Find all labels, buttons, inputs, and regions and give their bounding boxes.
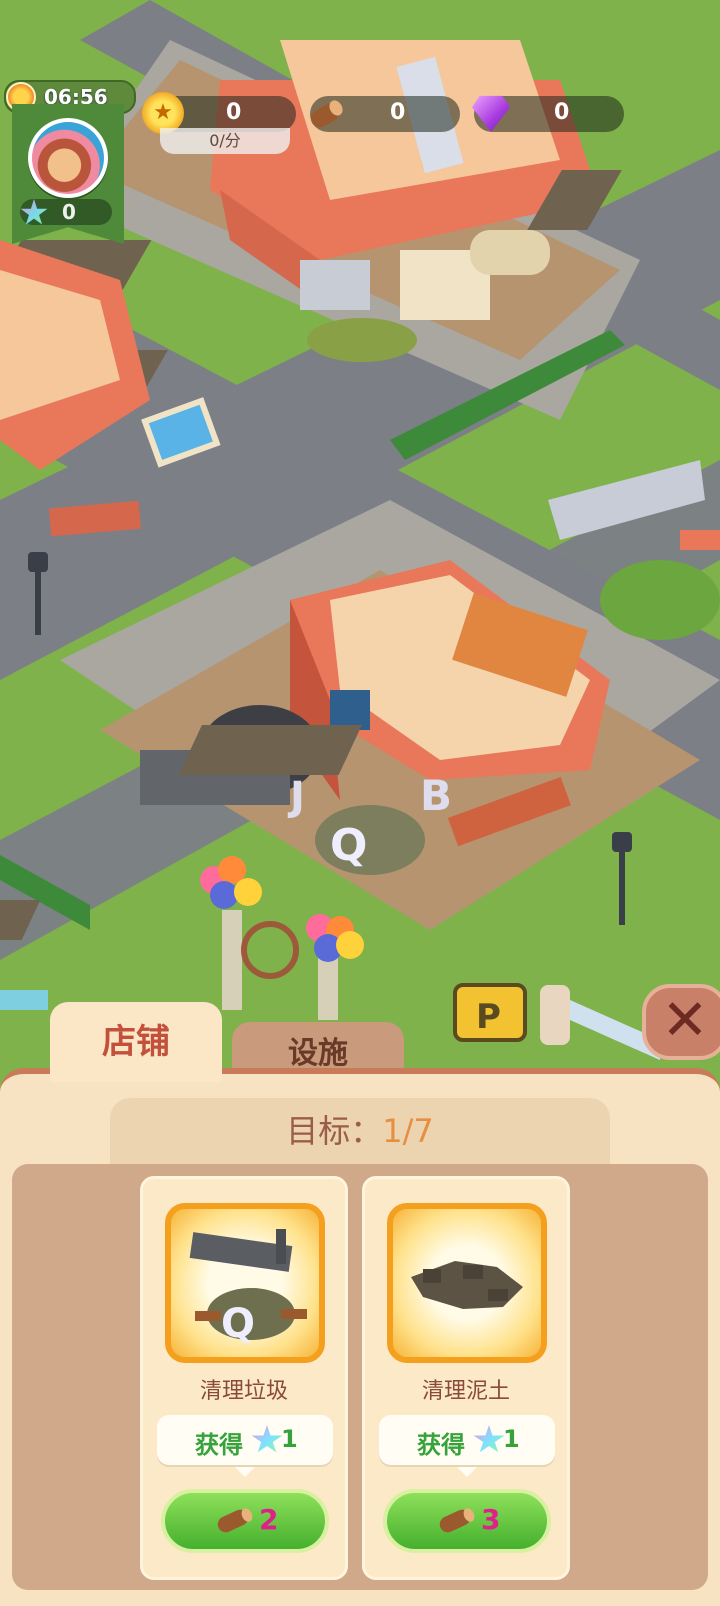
reward-label: 获得: [195, 1431, 243, 1459]
task-title: 清理垃圾: [199, 1379, 288, 1404]
svg-text:B: B: [420, 771, 452, 820]
player-avatar[interactable]: [28, 118, 108, 198]
rainbow-star-icon: [251, 1425, 283, 1453]
wood-cost: 2: [259, 1503, 279, 1536]
reward-label: 获得: [417, 1431, 465, 1459]
task-card-clear-trash[interactable]: Q 清理垃圾 获得 1 2: [140, 1176, 348, 1580]
parking-sign: P: [453, 983, 527, 1042]
goal-progress: 1/7: [382, 1112, 434, 1150]
gem-counter[interactable]: 0: [472, 95, 624, 132]
task-card-clear-dirt[interactable]: 清理泥土 获得 1 3: [362, 1176, 570, 1580]
close-button[interactable]: ✕: [642, 984, 720, 1060]
wood-log-icon: [217, 1508, 253, 1533]
card-area: [12, 1164, 708, 1590]
goal-header: 目标：1/7: [110, 1098, 610, 1164]
coin-rate: 0/分: [160, 128, 290, 154]
task-icon-frame: [387, 1203, 547, 1363]
coin-counter[interactable]: ★ 0: [142, 92, 296, 134]
close-icon: ✕: [661, 988, 709, 1053]
dirt-pile-icon: [411, 1261, 523, 1309]
wood-log-icon: [310, 100, 343, 128]
svg-text:P: P: [476, 997, 501, 1037]
star-counter: 0: [20, 199, 112, 225]
avatar-portrait: [32, 122, 104, 194]
clear-trash-button[interactable]: 2: [161, 1489, 329, 1553]
trash-pile-icon: Q: [189, 1229, 307, 1347]
goal-label: 目标：: [286, 1112, 383, 1150]
reward-tooltip: 获得 1: [157, 1415, 333, 1477]
svg-text:Q: Q: [330, 820, 367, 871]
reward-amount: 1: [503, 1425, 520, 1453]
gem-count: 0: [554, 100, 570, 125]
reward-tooltip: 获得 1: [379, 1415, 555, 1477]
task-icon-frame: Q: [165, 1203, 325, 1363]
star-count: 0: [62, 200, 76, 224]
rainbow-star-icon: [473, 1425, 505, 1453]
svg-text:J: J: [287, 774, 305, 820]
svg-text:Q: Q: [221, 1301, 255, 1347]
task-title: 清理泥土: [421, 1379, 510, 1404]
wood-log-icon: [439, 1508, 475, 1533]
reward-amount: 1: [281, 1425, 298, 1453]
tab-store[interactable]: 店铺: [50, 1002, 222, 1082]
wood-count: 0: [390, 100, 406, 125]
clear-dirt-button[interactable]: 3: [383, 1489, 551, 1553]
wood-counter[interactable]: 0: [310, 96, 460, 132]
wood-cost: 3: [481, 1503, 501, 1536]
coin-count: 0: [226, 100, 242, 125]
